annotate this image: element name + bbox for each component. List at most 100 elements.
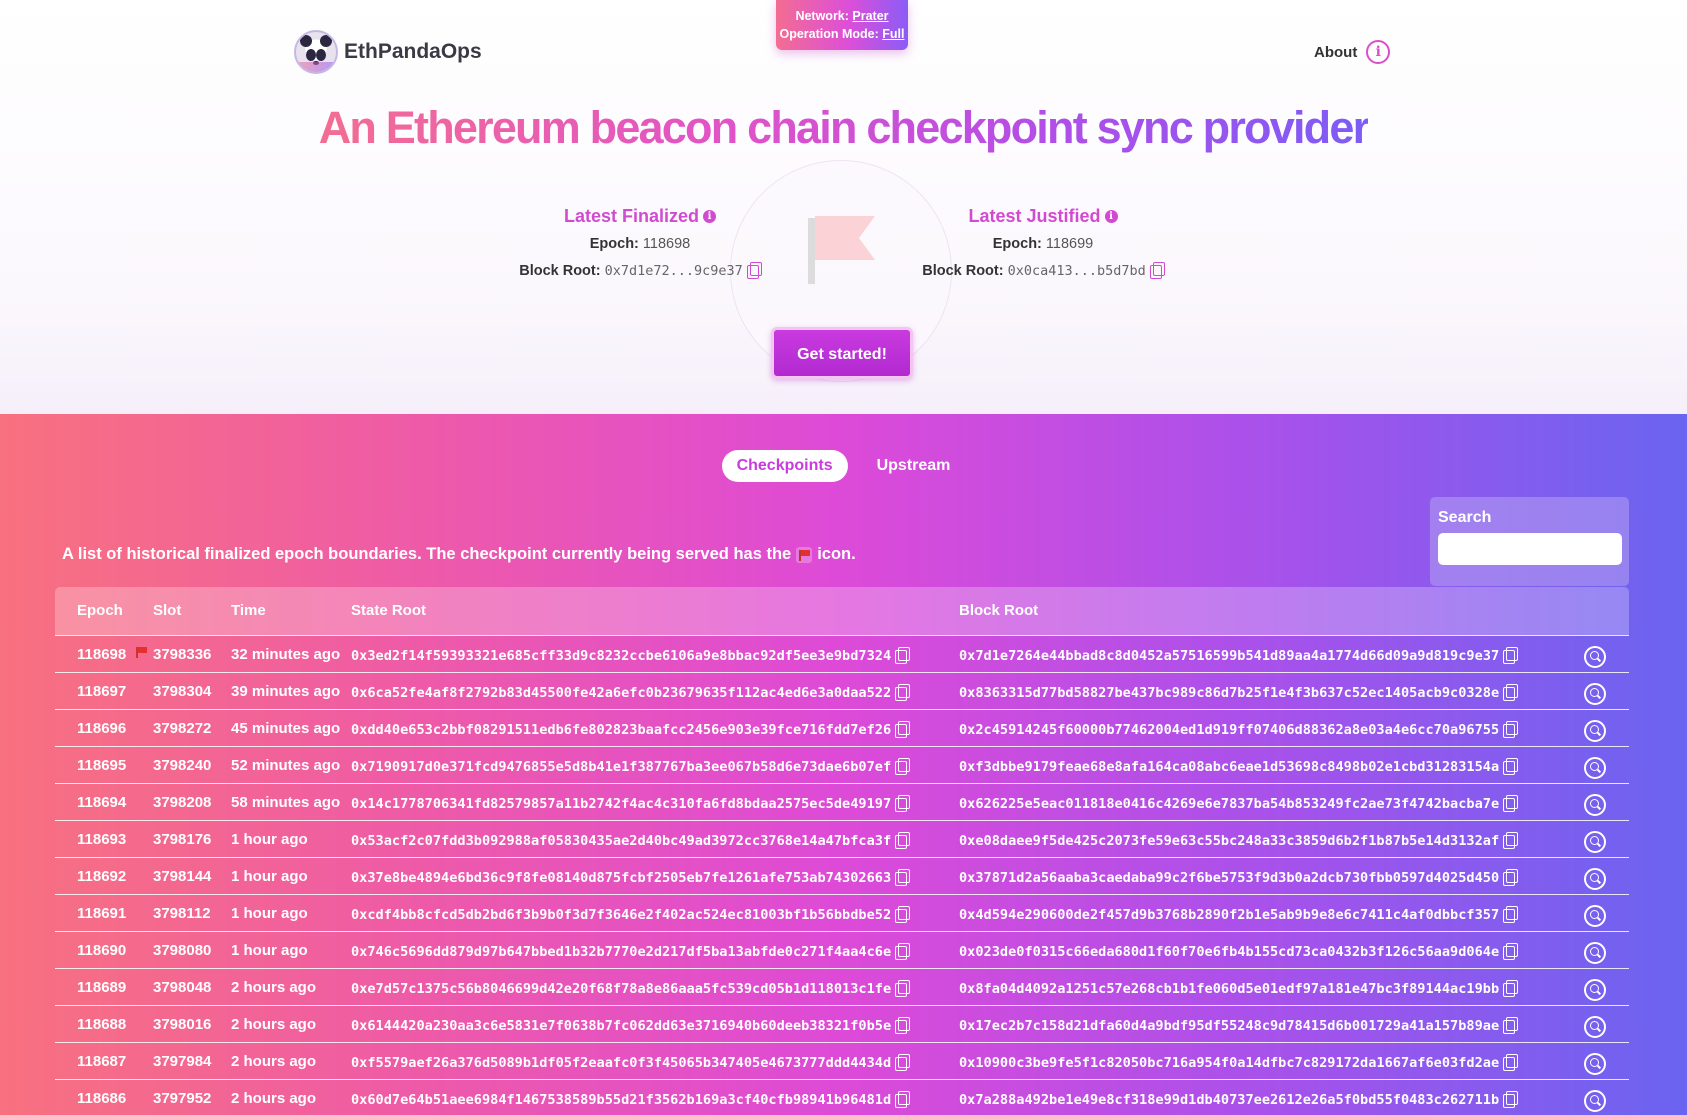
latest-finalized-title: Latest Finalized i — [564, 206, 717, 227]
search-input[interactable] — [1438, 533, 1622, 565]
col-time[interactable]: Time — [231, 602, 266, 619]
copy-icon[interactable] — [895, 647, 911, 664]
table-row[interactable]: 118691 3798112 1 hour ago 0xcdf4bb8cfcd5db2… — [55, 894, 1629, 931]
copy-icon[interactable] — [895, 684, 911, 701]
copy-icon[interactable] — [895, 1017, 911, 1034]
copy-icon[interactable] — [1503, 1054, 1519, 1071]
table-row[interactable]: 118686 3797952 2 hours ago 0x60d7e64b51aee6… — [55, 1079, 1629, 1115]
mode-label: Operation Mode: — [779, 27, 879, 41]
search-icon[interactable] — [1584, 720, 1606, 742]
col-epoch[interactable]: Epoch — [77, 602, 123, 619]
flag-icon — [136, 647, 148, 659]
copy-icon[interactable] — [895, 869, 911, 886]
table-row[interactable]: 118689 3798048 2 hours ago 0xe7d57c1375c56b… — [55, 968, 1629, 1005]
state-root-cell: 0x60d7e64b51aee6984f1467538589b55d21f356… — [351, 1091, 911, 1108]
info-icon[interactable]: i — [703, 210, 717, 223]
copy-icon[interactable] — [895, 1054, 911, 1071]
table-row[interactable]: 118695 3798240 52 minutes ago 0x7190917d0e3… — [55, 746, 1629, 783]
copy-icon[interactable] — [1503, 1091, 1519, 1108]
col-block-root[interactable]: Block Root — [959, 602, 1038, 619]
copy-icon[interactable] — [895, 832, 911, 849]
copy-icon[interactable] — [1503, 758, 1519, 775]
state-root-cell: 0x37e8be4894e6bd36c9f8fe08140d875fcbf250… — [351, 869, 911, 886]
tab-upstream[interactable]: Upstream — [862, 450, 966, 482]
search-icon[interactable] — [1584, 942, 1606, 964]
copy-icon[interactable] — [895, 795, 911, 812]
time-cell: 1 hour ago — [231, 905, 308, 922]
search-icon[interactable] — [1584, 646, 1606, 668]
epoch-cell: 118697 — [77, 683, 127, 700]
mode-link[interactable]: Full — [882, 27, 904, 41]
copy-icon[interactable] — [1503, 980, 1519, 997]
state-root-value: 0xe7d57c1375c56b8046699d42e20f68f78a8e86… — [351, 981, 892, 997]
table-row[interactable]: 118690 3798080 1 hour ago 0x746c5696dd879d9… — [55, 931, 1629, 968]
copy-icon[interactable] — [746, 262, 762, 279]
justified-block-root: Block Root: 0x0ca413...b5d7bd — [903, 262, 1183, 279]
table-row[interactable]: 118687 3797984 2 hours ago 0xf5579aef26a376… — [55, 1042, 1629, 1079]
block-root-cell: 0x8363315d77bd58827be437bc989c86d7b25f1e… — [959, 684, 1519, 701]
search-icon[interactable] — [1584, 757, 1606, 779]
search-panel: Search — [1430, 497, 1629, 586]
copy-icon[interactable] — [1503, 684, 1519, 701]
info-icon[interactable]: i — [1104, 210, 1118, 223]
search-icon[interactable] — [1584, 1053, 1606, 1075]
network-link[interactable]: Prater — [852, 9, 888, 23]
get-started-button[interactable]: Get started! — [771, 327, 913, 379]
copy-icon[interactable] — [1149, 262, 1165, 279]
tab-checkpoints[interactable]: Checkpoints — [721, 450, 848, 482]
copy-icon[interactable] — [895, 980, 911, 997]
epoch-cell: 118687 — [77, 1053, 127, 1070]
search-icon[interactable] — [1584, 868, 1606, 890]
copy-icon[interactable] — [1503, 832, 1519, 849]
copy-icon[interactable] — [1503, 795, 1519, 812]
description-suffix: icon. — [817, 545, 856, 563]
search-icon[interactable] — [1584, 794, 1606, 816]
table-row[interactable]: 118696 3798272 45 minutes ago 0xdd40e653c2b… — [55, 709, 1629, 746]
time-cell: 2 hours ago — [231, 1016, 317, 1033]
table-description: A list of historical finalized epoch bou… — [62, 545, 856, 564]
copy-icon[interactable] — [1503, 1017, 1519, 1034]
table-row[interactable]: 118693 3798176 1 hour ago 0x53acf2c07fdd3b0… — [55, 820, 1629, 857]
search-icon[interactable] — [1584, 1016, 1606, 1038]
copy-icon[interactable] — [1503, 906, 1519, 923]
copy-icon[interactable] — [895, 1091, 911, 1108]
col-slot[interactable]: Slot — [153, 602, 181, 619]
time-cell: 45 minutes ago — [231, 720, 341, 737]
table-row[interactable]: 118698 3798336 32 minutes ago 0x3ed2f14f593… — [55, 635, 1629, 672]
slot-cell: 3798272 — [153, 720, 212, 737]
search-icon[interactable] — [1584, 979, 1606, 1001]
state-root-cell: 0x53acf2c07fdd3b092988af05830435ae2d40bc… — [351, 832, 911, 849]
search-icon[interactable] — [1584, 905, 1606, 927]
block-root-cell: 0x37871d2a56aaba3caedaba99c2f6be5753f9d3… — [959, 869, 1519, 886]
copy-icon[interactable] — [1503, 647, 1519, 664]
copy-icon[interactable] — [1503, 869, 1519, 886]
about-link[interactable]: About i — [1314, 40, 1391, 64]
block-root-cell: 0x10900c3be9fe5f1c82050bc716a954f0a14dfb… — [959, 1054, 1519, 1071]
search-icon[interactable] — [1584, 683, 1606, 705]
table-row[interactable]: 118697 3798304 39 minutes ago 0x6ca52fe4af8… — [55, 672, 1629, 709]
table-header: Epoch Slot Time State Root Block Root — [55, 587, 1629, 635]
col-state-root[interactable]: State Root — [351, 602, 426, 619]
panda-logo-icon — [294, 30, 338, 74]
block-root-cell: 0x626225e5eac011818e0416c4269e6e7837ba54… — [959, 795, 1519, 812]
state-root-value: 0x746c5696dd879d97b647bbed1b32b7770e2d21… — [351, 944, 892, 960]
network-label: Network: — [795, 9, 849, 23]
search-icon[interactable] — [1584, 831, 1606, 853]
epoch-value: 118699 — [1045, 236, 1094, 252]
brand-link[interactable]: EthPandaOps — [294, 30, 482, 74]
table-row[interactable]: 118692 3798144 1 hour ago 0x37e8be4894e6bd3… — [55, 857, 1629, 894]
copy-icon[interactable] — [895, 758, 911, 775]
state-root-value: 0xf5579aef26a376d5089b1df05f2eaafc0f3f45… — [351, 1055, 892, 1071]
copy-icon[interactable] — [1503, 943, 1519, 960]
search-icon[interactable] — [1584, 1090, 1606, 1112]
copy-icon[interactable] — [895, 721, 911, 738]
state-root-cell: 0x6ca52fe4af8f2792b83d45500fe42a6efc0b23… — [351, 684, 911, 701]
copy-icon[interactable] — [1503, 721, 1519, 738]
tab-bar: Checkpoints Upstream — [0, 450, 1687, 482]
table-row[interactable]: 118694 3798208 58 minutes ago 0x14c17787063… — [55, 783, 1629, 820]
state-root-value: 0x37e8be4894e6bd36c9f8fe08140d875fcbf250… — [351, 870, 892, 886]
time-cell: 2 hours ago — [231, 1090, 317, 1107]
copy-icon[interactable] — [895, 943, 911, 960]
copy-icon[interactable] — [895, 906, 911, 923]
table-row[interactable]: 118688 3798016 2 hours ago 0x6144420a230aa3… — [55, 1005, 1629, 1042]
